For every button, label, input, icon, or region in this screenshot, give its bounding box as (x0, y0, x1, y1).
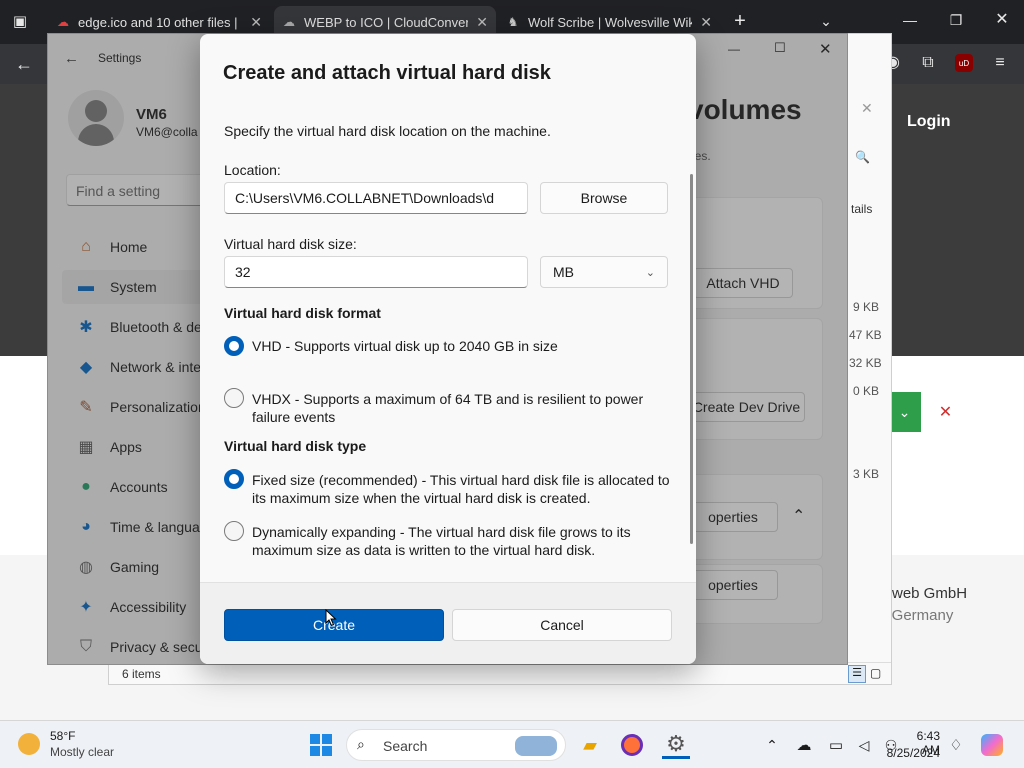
tab-title: edge.ico and 10 other files | File (78, 14, 242, 30)
item-count: 6 items (122, 667, 161, 681)
details-label: tails (851, 202, 873, 216)
browse-label: Browse (580, 190, 628, 206)
cloud-icon: ☁ (57, 15, 69, 29)
bell-icon[interactable]: ♢ (942, 731, 970, 759)
size-label: Virtual hard disk size: (224, 236, 357, 252)
weather-temp: 58°F (50, 729, 76, 743)
wolf-icon: ♞ (507, 15, 519, 29)
search-icon: ⌕ (357, 736, 365, 752)
taskbar-search-label: Search (383, 738, 428, 754)
close-panel-icon[interactable]: ✕ (861, 100, 873, 117)
taskbar-search[interactable]: ⌕ Search (346, 729, 566, 761)
chevron-down-icon: ⌄ (645, 266, 655, 279)
dialog-description: Specify the virtual hard disk location o… (224, 123, 551, 139)
tab-title: Wolf Scribe | Wolvesville Wiki | W (528, 14, 693, 30)
confirm-button[interactable]: ⌄ (888, 392, 921, 432)
file-size: 9 KB (853, 300, 880, 314)
format-heading: Virtual hard disk format (224, 305, 381, 321)
location-label: Location: (224, 162, 281, 178)
minimize-icon[interactable]: — (898, 10, 922, 30)
dynamic-label[interactable]: Dynamically expanding - The virtual hard… (252, 523, 672, 559)
file-size: 0 KB (853, 384, 880, 398)
location-input[interactable]: C:\Users\VM6.COLLABNET\Downloads\d (224, 182, 528, 214)
menu-icon[interactable]: ≡ (988, 53, 1012, 73)
moon-cloud-icon (18, 733, 40, 755)
cloud-icon: ☁ (283, 15, 295, 29)
unit-dropdown[interactable]: MB ⌄ (540, 256, 668, 288)
create-vhd-dialog: Create and attach virtual hard disk Spec… (200, 34, 696, 664)
vhd-radio[interactable] (224, 336, 244, 356)
search-icon[interactable]: 🔍 (855, 150, 870, 164)
file-explorer-icon[interactable]: ▰ (576, 731, 604, 759)
extensions-icon[interactable]: ⧉ (916, 53, 940, 73)
network-off-icon[interactable]: ☁ (790, 731, 818, 759)
cancel-button[interactable]: Cancel (452, 609, 672, 641)
size-input[interactable]: 32 (224, 256, 528, 288)
copilot-icon[interactable] (978, 731, 1006, 759)
maximize-icon[interactable]: ❐ (944, 10, 968, 30)
location-value: C:\Users\VM6.COLLABNET\Downloads\d (235, 190, 495, 206)
search-highlight-icon (515, 736, 557, 756)
mouse-cursor (325, 609, 337, 627)
close-tab-icon[interactable]: ✕ (476, 14, 488, 31)
back-arrow-icon[interactable]: ← (12, 54, 36, 74)
ublock-icon[interactable]: uD (955, 54, 973, 72)
size-value: 32 (235, 264, 251, 280)
fixed-size-label[interactable]: Fixed size (recommended) - This virtual … (252, 471, 672, 507)
ublock-badge: uD (958, 58, 970, 68)
volume-icon[interactable]: ◁ (850, 731, 878, 759)
taskbar: 58°F Mostly clear ⌕ Search ▰ ⚙ ⌃ ☁ ▭ ◁ ⚇… (0, 720, 1024, 768)
vhdx-label[interactable]: VHDX - Supports a maximum of 64 TB and i… (252, 390, 672, 426)
tab-list-chevron-icon[interactable]: ⌄ (814, 11, 838, 31)
unit-value: MB (553, 264, 574, 280)
weather-widget[interactable]: 58°F Mostly clear (14, 727, 124, 763)
settings-gear-icon[interactable]: ⚙ (662, 731, 690, 759)
close-tab-icon[interactable]: ✕ (250, 14, 262, 31)
vhdx-radio[interactable] (224, 388, 244, 408)
browse-button[interactable]: Browse (540, 182, 668, 214)
close-window-icon[interactable]: ✕ (990, 10, 1014, 30)
login-link[interactable]: Login (907, 113, 951, 131)
firefox-icon[interactable] (618, 731, 646, 759)
type-heading: Virtual hard disk type (224, 438, 367, 454)
chevron-up-icon[interactable]: ⌃ (758, 731, 786, 759)
file-size: 47 KB (849, 328, 882, 342)
windows-start-icon[interactable] (307, 731, 335, 759)
file-size: 3 KB (853, 467, 880, 481)
weather-desc: Mostly clear (50, 745, 115, 759)
cancel-label: Cancel (540, 617, 584, 633)
close-tab-icon[interactable]: ✕ (700, 14, 712, 31)
dialog-title: Create and attach virtual hard disk (223, 62, 551, 84)
dialog-footer: Create Cancel (200, 582, 696, 664)
vhd-label[interactable]: VHD - Supports virtual disk up to 2040 G… (252, 337, 672, 355)
new-tab-button[interactable]: + (728, 11, 752, 31)
file-size: 32 KB (849, 356, 882, 370)
display-icon[interactable]: ▭ (822, 731, 850, 759)
status-bar: 6 items ☰ ▢ (109, 662, 891, 684)
fixed-size-radio[interactable] (224, 469, 244, 489)
dismiss-button[interactable]: ✕ (927, 392, 964, 432)
clock-date[interactable]: 8/25/2024 (880, 746, 940, 760)
company-name: web GmbH (892, 585, 968, 602)
scrollbar[interactable] (690, 174, 693, 544)
tiles-view-icon[interactable]: ▢ (870, 666, 881, 680)
details-view-icon[interactable]: ☰ (848, 665, 866, 683)
tab-actions-icon[interactable]: ▣ (8, 12, 32, 32)
dynamic-radio[interactable] (224, 521, 244, 541)
tab-title: WEBP to ICO | CloudConvert (304, 14, 469, 30)
